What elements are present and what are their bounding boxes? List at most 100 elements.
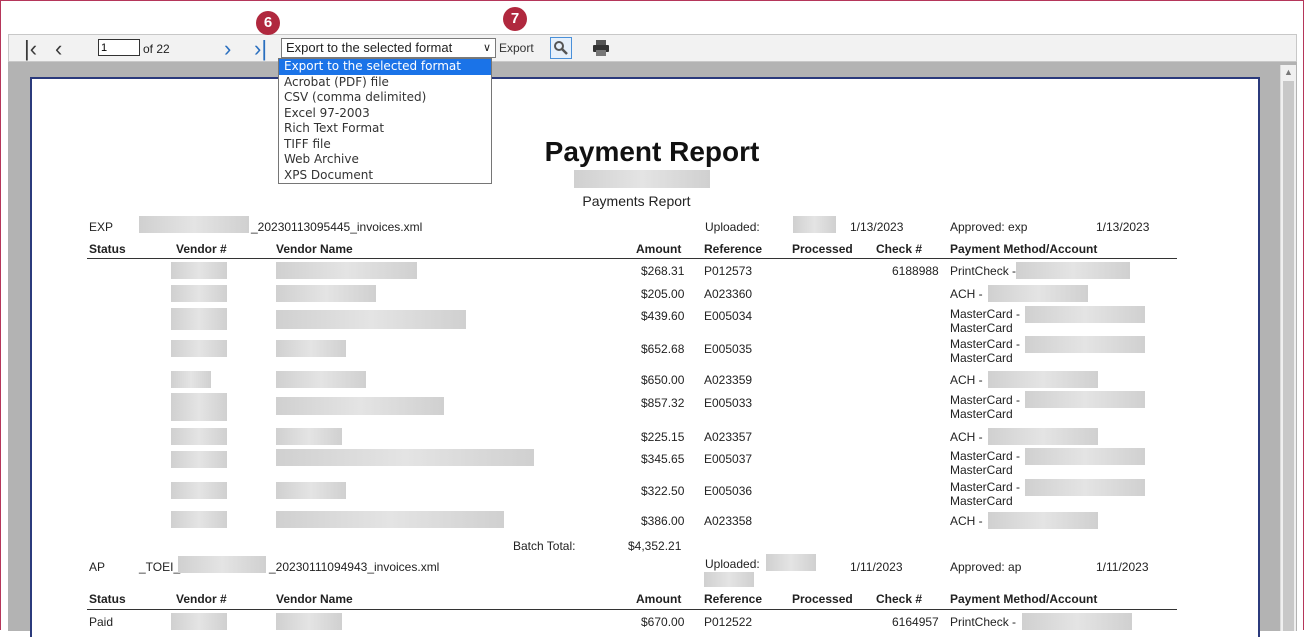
redacted-vendor-name xyxy=(276,285,376,302)
export-button[interactable]: Export xyxy=(499,41,534,55)
header-rule xyxy=(87,609,1177,610)
redacted-vendor-name xyxy=(276,340,346,357)
export-format-selected-value: Export to the selected format xyxy=(286,40,453,55)
col-status: Status xyxy=(89,592,126,606)
dropdown-option-xps[interactable]: XPS Document xyxy=(279,168,491,184)
col-vendor-name: Vendor Name xyxy=(276,242,353,256)
redacted-vendor-no xyxy=(171,428,227,445)
row-amount: $650.00 xyxy=(641,373,685,387)
uploaded-date: 1/11/2023 xyxy=(850,560,903,574)
redacted-vendor-no xyxy=(171,371,211,388)
uploaded-date: 1/13/2023 xyxy=(850,220,904,234)
row-reference: P012522 xyxy=(704,615,753,629)
col-vendor-name: Vendor Name xyxy=(276,592,353,606)
report-title: Payment Report xyxy=(544,136,760,167)
row-method: MasterCard - xyxy=(950,480,1021,494)
step-badge-7: 7 xyxy=(503,7,527,31)
report-subtitle: Payments Report xyxy=(582,193,691,209)
row-amount: $439.60 xyxy=(641,309,685,323)
col-status: Status xyxy=(89,242,126,256)
redacted-vendor-no xyxy=(171,393,227,421)
dropdown-option-web-archive[interactable]: Web Archive xyxy=(279,152,491,168)
row-amount: $652.68 xyxy=(641,342,685,356)
row-reference: E005034 xyxy=(704,309,753,323)
step-badge-6: 6 xyxy=(256,11,280,35)
row-reference: E005033 xyxy=(704,396,753,410)
row-method: MasterCard - xyxy=(950,337,1021,351)
dropdown-option-pdf[interactable]: Acrobat (PDF) file xyxy=(279,75,491,91)
col-vendor-no: Vendor # xyxy=(176,592,227,606)
page-number-input[interactable] xyxy=(98,39,140,56)
scroll-up-icon[interactable]: ▲ xyxy=(1284,67,1293,77)
row-method: ACH - xyxy=(950,373,983,387)
row-status: Paid xyxy=(89,615,114,629)
row-method-detail: MasterCard xyxy=(950,494,1013,508)
uploaded-label: Uploaded: xyxy=(705,557,760,571)
col-vendor-no: Vendor # xyxy=(176,242,227,256)
redacted-vendor-no xyxy=(171,340,227,357)
redacted-vendor-no xyxy=(171,613,227,630)
redacted-account xyxy=(1025,448,1145,465)
row-amount: $670.00 xyxy=(641,615,685,629)
row-method: MasterCard - xyxy=(950,449,1021,463)
redacted-company-name xyxy=(574,170,710,188)
approved-date: 1/11/2023 xyxy=(1096,560,1149,574)
row-reference: A023357 xyxy=(704,430,753,444)
row-method: MasterCard - xyxy=(950,307,1021,321)
export-format-select[interactable]: Export to the selected format ∨ xyxy=(281,38,496,58)
redacted-account xyxy=(1025,391,1145,408)
redacted-account xyxy=(1025,306,1145,323)
batch-code: EXP xyxy=(89,220,114,234)
row-amount: $225.15 xyxy=(641,430,685,444)
dropdown-option-rtf[interactable]: Rich Text Format xyxy=(279,121,491,137)
redacted-account xyxy=(988,371,1098,388)
col-reference: Reference xyxy=(704,242,763,256)
redacted-vendor-no xyxy=(171,262,227,279)
redacted-vendor-name xyxy=(276,310,466,329)
redacted-vendor-name xyxy=(276,613,342,630)
printer-icon[interactable] xyxy=(592,39,610,57)
last-page-icon[interactable]: ›| xyxy=(254,38,267,60)
row-reference: A023360 xyxy=(704,287,753,301)
redacted-vendor-name xyxy=(276,428,342,445)
redacted-vendor-name xyxy=(276,371,366,388)
redacted-vendor-no xyxy=(171,482,227,499)
row-amount: $345.65 xyxy=(641,452,685,466)
redacted-vendor-no xyxy=(171,451,227,468)
redacted-vendor-name xyxy=(276,262,417,279)
row-method-detail: MasterCard xyxy=(950,351,1013,365)
redacted-account xyxy=(988,285,1088,302)
search-icon[interactable] xyxy=(550,37,572,59)
batch-code: AP xyxy=(89,560,106,574)
col-processed: Processed xyxy=(792,242,853,256)
prev-page-icon[interactable]: ‹ xyxy=(55,38,62,60)
row-reference: A023358 xyxy=(704,514,753,528)
row-reference: E005036 xyxy=(704,484,753,498)
redacted-account xyxy=(1016,262,1130,279)
row-method: PrintCheck - xyxy=(950,615,1017,629)
batch-total-value: $4,352.21 xyxy=(628,539,682,553)
redacted-vendor-no xyxy=(171,285,227,302)
redacted-vendor-name xyxy=(276,511,504,528)
col-processed: Processed xyxy=(792,592,853,606)
next-page-icon[interactable]: › xyxy=(224,38,231,60)
row-method: ACH - xyxy=(950,430,983,444)
redacted-account xyxy=(988,428,1098,445)
row-amount: $386.00 xyxy=(641,514,685,528)
dropdown-option-export-selected-format[interactable]: Export to the selected format xyxy=(279,59,491,75)
dropdown-option-csv[interactable]: CSV (comma delimited) xyxy=(279,90,491,106)
row-reference: E005037 xyxy=(704,452,753,466)
batch-file-name: _20230111094943_invoices.xml xyxy=(269,560,440,574)
batch-total-label: Batch Total: xyxy=(513,539,576,553)
row-amount: $857.32 xyxy=(641,396,685,410)
first-page-icon[interactable]: |‹ xyxy=(24,38,37,60)
row-method: MasterCard - xyxy=(950,393,1021,407)
col-check-no: Check # xyxy=(876,242,923,256)
approved-label: Approved: ap xyxy=(950,560,1022,574)
redacted-account xyxy=(1025,336,1145,353)
dropdown-option-tiff[interactable]: TIFF file xyxy=(279,137,491,153)
redacted-vendor-name xyxy=(276,482,346,499)
redacted-file-prefix xyxy=(139,216,249,233)
row-reference: E005035 xyxy=(704,342,753,356)
dropdown-option-excel[interactable]: Excel 97-2003 xyxy=(279,106,491,122)
